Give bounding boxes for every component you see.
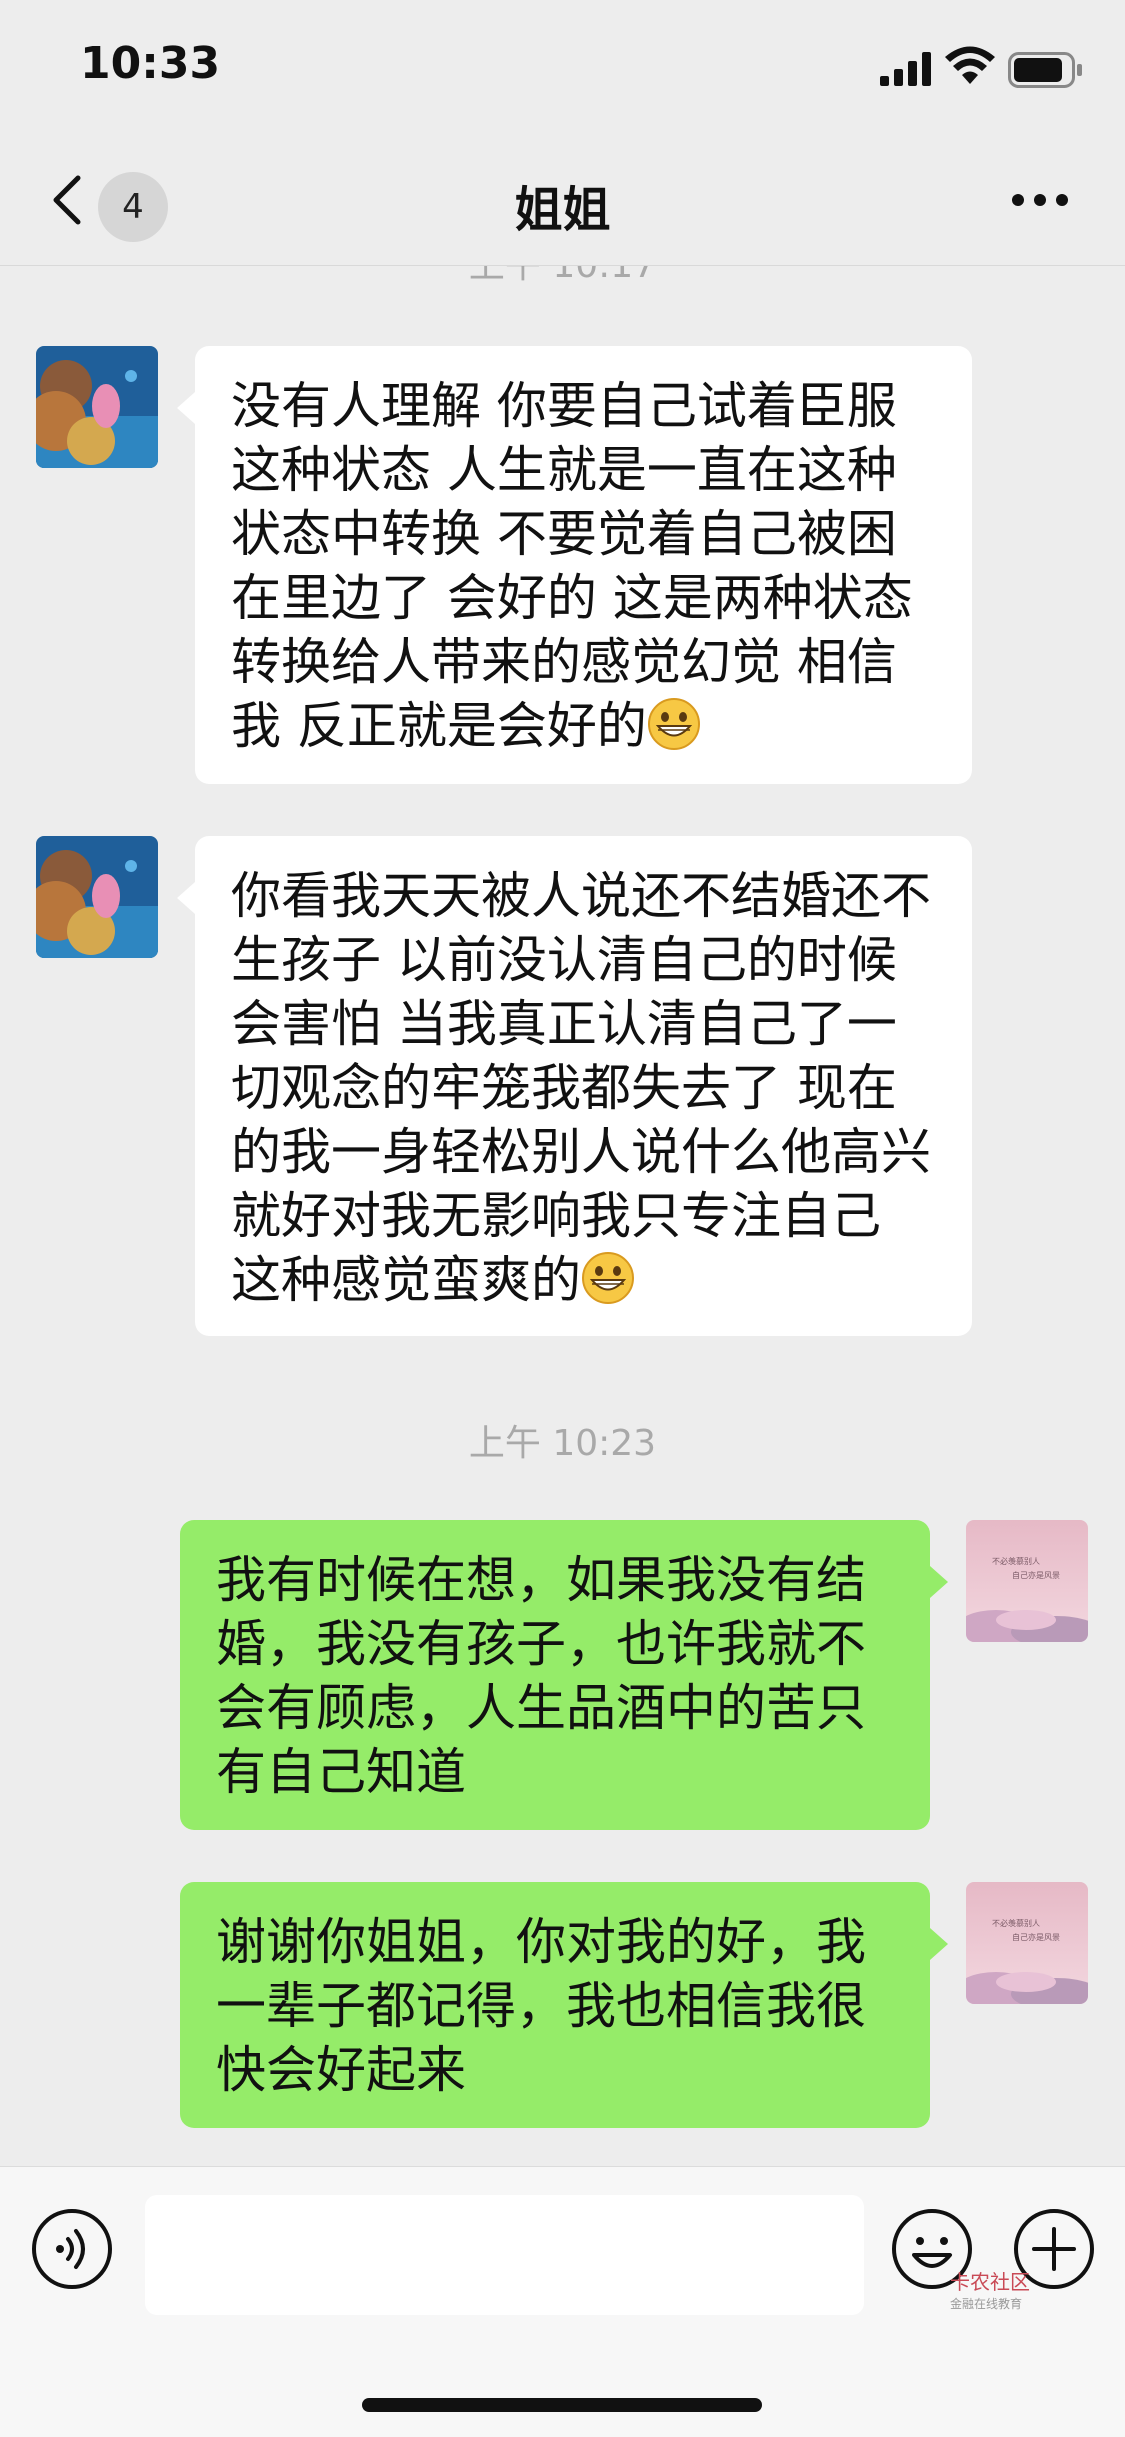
incoming-message-bubble[interactable]: 没有人理解 你要自己试着臣服这种状态 人生就是一直在这种状态中转换 不要觉着自己…: [177, 346, 972, 784]
message-text: 谢谢你姐姐，你对我的好，我一辈子都记得，我也相信我很快会好起来: [216, 1913, 866, 2099]
voice-input-icon[interactable]: [30, 2207, 114, 2291]
message-text: 我有时候在想，如果我没有结婚，我没有孩子，也许我就不会有顾虑，人生品酒中的苦只有…: [216, 1551, 866, 1801]
message-input[interactable]: [145, 2195, 864, 2315]
svg-text:不必羡慕别人: 不必羡慕别人: [992, 1918, 1040, 1928]
self-avatar[interactable]: 不必羡慕别人 自己亦是风景: [966, 1882, 1088, 2004]
grinning-emoji-icon: [582, 1252, 634, 1304]
contact-avatar[interactable]: [36, 836, 158, 958]
wifi-icon: [945, 46, 995, 84]
nav-bar: 4 姐姐: [0, 140, 1125, 266]
contact-avatar[interactable]: [36, 346, 158, 468]
message-timestamp: 上午 10:17: [0, 266, 1125, 288]
more-options-icon[interactable]: [1010, 180, 1070, 220]
outgoing-message-bubble[interactable]: 谢谢你姐姐，你对我的好，我一辈子都记得，我也相信我很快会好起来: [180, 1882, 948, 2128]
cellular-signal-icon: [880, 52, 931, 86]
grinning-emoji-icon: [647, 698, 700, 750]
outgoing-message-bubble[interactable]: 我有时候在想，如果我没有结婚，我没有孩子，也许我就不会有顾虑，人生品酒中的苦只有…: [180, 1520, 948, 1830]
watermark-name: 卡农社区: [950, 2270, 1030, 2294]
chat-message-list[interactable]: 上午 10:17 没有人理解 你要自己试着臣服这种状态 人生就是一直在这种状态中…: [0, 266, 1125, 2166]
chat-title: 姐姐: [514, 182, 611, 238]
incoming-message-bubble[interactable]: 你看我天天被人说还不结婚还不生孩子 以前没认清自己的时候会害怕 当我真正认清自己…: [177, 836, 972, 1336]
watermark-subtitle: 金融在线教育: [950, 2297, 1023, 2311]
status-time: 10:33: [80, 38, 221, 89]
home-indicator[interactable]: [362, 2398, 762, 2412]
watermark-logo: 卡农社区 金融在线教育: [950, 2266, 1100, 2316]
self-avatar[interactable]: 不必羡慕别人 自己亦是风景: [966, 1520, 1088, 1642]
svg-text:不必羡慕别人: 不必羡慕别人: [992, 1556, 1040, 1566]
message-text: 没有人理解 你要自己试着臣服这种状态 人生就是一直在这种状态中转换 不要觉着自己…: [231, 377, 913, 755]
svg-text:自己亦是风景: 自己亦是风景: [1012, 1570, 1060, 1580]
message-timestamp: 上午 10:23: [468, 1423, 657, 1464]
status-bar: 10:33: [0, 0, 1125, 140]
svg-text:自己亦是风景: 自己亦是风景: [1012, 1932, 1060, 1942]
battery-icon: [1008, 52, 1082, 88]
message-text: 你看我天天被人说还不结婚还不生孩子 以前没认清自己的时候会害怕 当我真正认清自己…: [231, 867, 931, 1309]
